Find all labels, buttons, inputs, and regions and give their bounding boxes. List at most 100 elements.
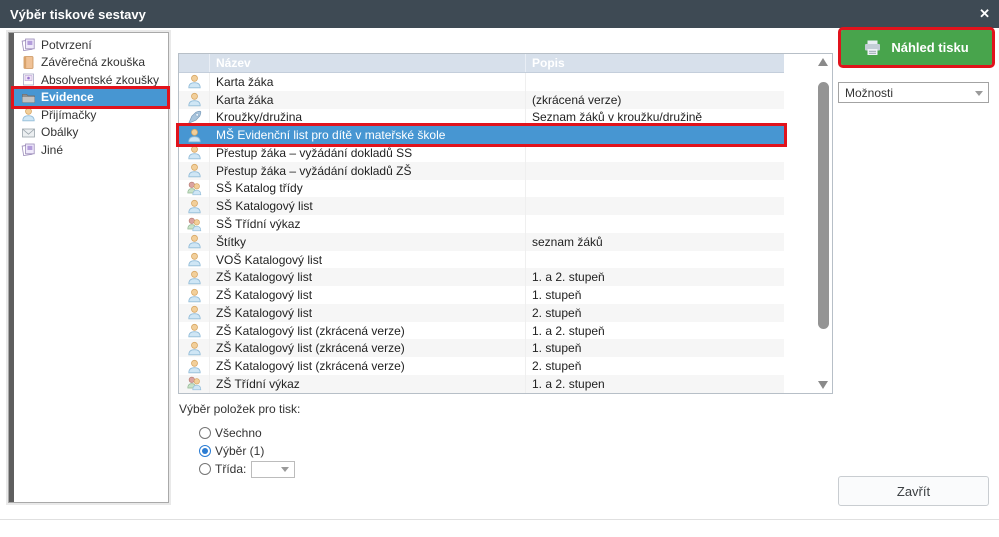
category-tree-panel: PotvrzeníZávěrečná zkouška Absolventské z… <box>8 32 169 503</box>
row-name-cell: SŠ Katalog třídy <box>210 180 526 198</box>
chevron-down-icon <box>281 467 289 472</box>
row-icon-cell <box>179 126 210 144</box>
row-name-cell: VOŠ Katalogový list <box>210 251 526 269</box>
print-selection-options: Všechno Výběr (1) Třída: <box>199 424 295 478</box>
sidebar-item-evidence[interactable]: Evidence <box>14 89 167 107</box>
row-icon-cell <box>179 375 210 393</box>
table-row[interactable]: MŠ Evidenční list pro dítě v mateřské šk… <box>179 126 784 144</box>
person-icon <box>187 145 202 160</box>
row-name-cell: Štítky <box>210 233 526 251</box>
options-dropdown-value: Možnosti <box>845 86 893 100</box>
table-row[interactable]: Štítkyseznam žáků <box>179 233 784 251</box>
table-row[interactable]: VOŠ Katalogový list <box>179 251 784 269</box>
table-row[interactable]: ZŠ Katalogový list2. stupeň <box>179 304 784 322</box>
desc-column-header[interactable]: Popis <box>526 54 784 72</box>
person-icon <box>187 163 202 178</box>
table-row[interactable]: SŠ Katalog třídy <box>179 180 784 198</box>
row-name-cell: Karta žáka <box>210 73 526 91</box>
name-column-header[interactable]: Název <box>210 54 526 72</box>
table-scrollbar[interactable] <box>817 56 830 391</box>
person-icon <box>187 92 202 107</box>
printer-icon <box>864 40 881 56</box>
row-name-cell: ZŠ Katalogový list <box>210 286 526 304</box>
radio-unchecked-icon[interactable] <box>199 463 211 475</box>
table-row[interactable]: Přestup žáka – vyžádání dokladů ZŠ <box>179 162 784 180</box>
table-row[interactable]: Karta žáka(zkrácená verze) <box>179 91 784 109</box>
class-dropdown[interactable] <box>251 461 295 478</box>
print-report-dialog: Výběr tiskové sestavy ✕ PotvrzeníZávěreč… <box>0 0 999 537</box>
sidebar-item-ob-lky[interactable]: Obálky <box>14 124 167 142</box>
row-name-cell: ZŠ Katalogový list <box>210 304 526 322</box>
table-row[interactable]: ZŠ Třídní výkaz1. a 2. stupen <box>179 375 784 393</box>
radio-label: Výběr (1) <box>215 444 264 458</box>
dialog-title: Výběr tiskové sestavy <box>0 7 146 22</box>
person-icon <box>187 199 202 214</box>
print-preview-button[interactable]: Náhled tisku <box>841 30 992 65</box>
row-icon-cell <box>179 233 210 251</box>
print-selection-label: Výběr položek pro tisk: <box>179 402 300 416</box>
sidebar-item-label: Závěrečná zkouška <box>41 55 145 69</box>
person-icon <box>21 107 36 122</box>
row-desc-cell: 1. a 2. stupeň <box>526 324 784 338</box>
row-name-cell: SŠ Třídní výkaz <box>210 215 526 233</box>
sidebar-item-p-ij-ma-ky[interactable]: Přijímačky <box>14 106 167 124</box>
dialog-bottom-divider <box>0 519 999 520</box>
row-name-cell: Kroužky/družina <box>210 109 526 127</box>
row-icon-cell <box>179 215 210 233</box>
scrollbar-thumb[interactable] <box>818 82 829 329</box>
row-icon-cell <box>179 251 210 269</box>
row-icon-cell <box>179 304 210 322</box>
sidebar-item-z-v-re-n-zkou-ka[interactable]: Závěrečná zkouška <box>14 54 167 72</box>
sidebar-item-label: Jiné <box>41 143 63 157</box>
row-desc-cell: seznam žáků <box>526 235 784 249</box>
table-row[interactable]: Kroužky/družinaSeznam žáků v kroužku/dru… <box>179 109 784 127</box>
rocket-icon <box>187 110 202 125</box>
print-option-v-echno[interactable]: Všechno <box>199 424 295 442</box>
table-row[interactable]: Přestup žáka – vyžádání dokladů SS <box>179 144 784 162</box>
row-name-cell: Karta žáka <box>210 91 526 109</box>
table-row[interactable]: SŠ Třídní výkaz <box>179 215 784 233</box>
print-option-t-da-[interactable]: Třída: <box>199 460 295 478</box>
row-desc-cell: (zkrácená verze) <box>526 93 784 107</box>
options-dropdown[interactable]: Možnosti <box>838 82 989 103</box>
row-name-cell: ZŠ Katalogový list (zkrácená verze) <box>210 322 526 340</box>
table-row[interactable]: ZŠ Katalogový list1. stupeň <box>179 286 784 304</box>
person-icon <box>187 74 202 89</box>
table-row[interactable]: ZŠ Katalogový list1. a 2. stupeň <box>179 268 784 286</box>
radio-label: Všechno <box>215 426 262 440</box>
person-icon <box>187 341 202 356</box>
row-desc-cell: 2. stupeň <box>526 306 784 320</box>
person-icon <box>187 288 202 303</box>
sidebar-item-jin-[interactable]: Jiné <box>14 141 167 159</box>
scroll-down-icon[interactable] <box>818 381 828 389</box>
table-row[interactable]: ZŠ Katalogový list (zkrácená verze)1. st… <box>179 339 784 357</box>
person-icon <box>187 252 202 267</box>
row-icon-cell <box>179 197 210 215</box>
envelope-icon <box>21 125 36 140</box>
table-row[interactable]: ZŠ Katalogový list (zkrácená verze)1. a … <box>179 322 784 340</box>
sidebar-item-absolventsk-zkou-ky[interactable]: Absolventské zkoušky <box>14 71 167 89</box>
person-group-icon <box>187 376 202 391</box>
row-desc-cell: Seznam žáků v kroužku/družině <box>526 110 784 124</box>
sidebar-item-potvrzen-[interactable]: Potvrzení <box>14 36 167 54</box>
table-row[interactable]: ZŠ Katalogový list (zkrácená verze)2. st… <box>179 357 784 375</box>
row-name-cell: ZŠ Katalogový list <box>210 268 526 286</box>
scroll-up-icon[interactable] <box>818 58 828 66</box>
table-header: Název Popis <box>179 54 784 73</box>
row-desc-cell: 1. a 2. stupeň <box>526 270 784 284</box>
print-option-v-b-r-1-[interactable]: Výběr (1) <box>199 442 295 460</box>
close-dialog-button[interactable]: Zavřít <box>838 476 989 506</box>
row-icon-cell <box>179 91 210 109</box>
radio-checked-icon[interactable] <box>199 445 211 457</box>
close-icon[interactable]: ✕ <box>979 0 990 28</box>
person-icon <box>187 234 202 249</box>
table-body: Karta žákaKarta žáka(zkrácená verze)Krou… <box>179 73 784 393</box>
radio-unchecked-icon[interactable] <box>199 427 211 439</box>
row-icon-cell <box>179 268 210 286</box>
row-icon-cell <box>179 109 210 127</box>
table-row[interactable]: Karta žáka <box>179 73 784 91</box>
row-name-cell: ZŠ Třídní výkaz <box>210 375 526 393</box>
person-icon <box>187 128 202 143</box>
table-row[interactable]: SŠ Katalogový list <box>179 197 784 215</box>
row-icon-cell <box>179 286 210 304</box>
